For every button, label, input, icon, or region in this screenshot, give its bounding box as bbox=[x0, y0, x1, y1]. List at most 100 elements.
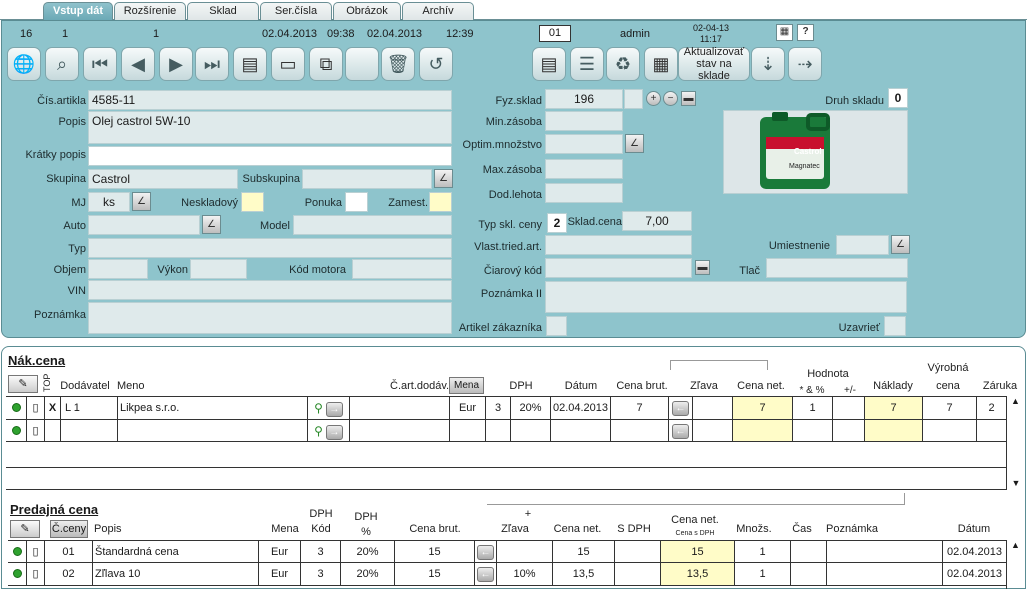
price-discount-cell[interactable]: 10% bbox=[496, 563, 552, 585]
new-prod-cell[interactable] bbox=[922, 420, 976, 441]
value-cell[interactable]: 1 bbox=[792, 397, 832, 419]
note-field[interactable] bbox=[88, 302, 452, 334]
purchase-scrollbar[interactable]: ▲ ▼ bbox=[1006, 396, 1024, 490]
price-vat-code-cell[interactable]: 3 bbox=[300, 563, 340, 585]
price-number-button[interactable]: Č.ceny bbox=[50, 520, 88, 538]
new-supplier-cell[interactable] bbox=[60, 420, 117, 441]
optimal-quantity-field[interactable] bbox=[545, 134, 623, 154]
price-number-cell[interactable]: 01 bbox=[44, 541, 92, 562]
vin-field[interactable] bbox=[88, 280, 452, 300]
sales-row-doc-icon[interactable]: ▯ bbox=[26, 563, 44, 585]
model-field[interactable] bbox=[293, 215, 452, 235]
web-search-icon[interactable]: 🌐 bbox=[7, 47, 41, 81]
add-stock-icon[interactable]: + bbox=[646, 91, 661, 106]
update-stock-button[interactable]: Aktualizovať stav na sklade bbox=[678, 46, 750, 82]
property-class-field[interactable] bbox=[545, 235, 692, 255]
price-arrow-icon[interactable]: ← bbox=[477, 544, 494, 560]
price-final-cell[interactable]: 13,5 bbox=[660, 563, 734, 585]
production-price-cell[interactable]: 7 bbox=[922, 397, 976, 419]
print-list-icon[interactable]: ▤ bbox=[532, 47, 566, 81]
search-icon[interactable]: ⌕ bbox=[45, 47, 79, 81]
location-field[interactable] bbox=[836, 235, 889, 255]
calculator-icon[interactable]: ▦ bbox=[776, 24, 793, 41]
price-quantity-cell[interactable]: 1 bbox=[734, 563, 790, 585]
price-currency-cell[interactable]: Eur bbox=[258, 563, 300, 585]
price-note-cell[interactable] bbox=[826, 563, 942, 585]
new-go-icon[interactable]: → bbox=[325, 424, 343, 440]
new-net-cell[interactable] bbox=[732, 420, 792, 441]
scroll-up-icon[interactable]: ▲ bbox=[1007, 396, 1024, 406]
new-search-icon[interactable]: ⚲ bbox=[314, 424, 323, 438]
volume-field[interactable] bbox=[88, 259, 148, 279]
sales-scroll-up-icon[interactable]: ▲ bbox=[1007, 540, 1024, 550]
location-picker-icon[interactable]: ∠ bbox=[891, 235, 910, 254]
purchase-row[interactable]: ▯ X L 1 Likpea s.r.o. ⚲ → Eur 3 20% 02.0… bbox=[6, 396, 1006, 420]
engine-code-field[interactable] bbox=[352, 259, 452, 279]
price-gross-cell[interactable]: 15 bbox=[394, 563, 474, 585]
price-time-cell[interactable] bbox=[790, 541, 826, 562]
recycle-icon[interactable]: ♻ bbox=[606, 47, 640, 81]
sales-row[interactable]: ▯ 01 Štandardná cena Eur 3 20% 15 ← 15 1… bbox=[8, 540, 1006, 563]
new-date-cell[interactable] bbox=[550, 420, 610, 441]
price-date-cell[interactable]: 02.04.2013 bbox=[942, 563, 1006, 585]
price-date-cell[interactable]: 02.04.2013 bbox=[942, 541, 1006, 562]
trash-icon[interactable]: 🗑 bbox=[381, 47, 415, 81]
power-field[interactable] bbox=[190, 259, 247, 279]
previous-record-icon[interactable]: ◀ bbox=[121, 47, 155, 81]
currency-cell[interactable]: Eur bbox=[449, 397, 485, 419]
new-arrow-icon[interactable]: ← bbox=[672, 423, 689, 439]
price-quantity-cell[interactable]: 1 bbox=[734, 541, 790, 562]
article-number-field[interactable]: 4585-11 bbox=[88, 90, 452, 110]
costs-cell[interactable]: 7 bbox=[864, 397, 922, 419]
document-icon[interactable]: ▭ bbox=[271, 47, 305, 81]
scroll-down-icon[interactable]: ▼ bbox=[1007, 478, 1025, 488]
car-picker-icon[interactable]: ∠ bbox=[202, 215, 221, 234]
sales-row-doc-icon[interactable]: ▯ bbox=[26, 541, 44, 562]
sales-edit-icon[interactable]: ✎ bbox=[10, 520, 40, 538]
arrow-left-icon[interactable]: ← bbox=[672, 400, 689, 416]
subgroup-picker-icon[interactable]: ∠ bbox=[434, 169, 453, 188]
export-icon[interactable]: ⇢ bbox=[788, 47, 822, 81]
non-stock-checkbox[interactable] bbox=[241, 192, 264, 212]
vat-code-cell[interactable]: 3 bbox=[485, 397, 510, 419]
optimal-picker-icon[interactable]: ∠ bbox=[625, 134, 644, 153]
warehouse-type-field[interactable]: 0 bbox=[888, 88, 908, 108]
currency-button[interactable]: Mena bbox=[449, 377, 484, 394]
price-number-cell[interactable]: 02 bbox=[44, 563, 92, 585]
sales-scrollbar[interactable]: ▲ bbox=[1006, 540, 1024, 589]
close-field[interactable] bbox=[884, 316, 906, 336]
max-stock-field[interactable] bbox=[545, 159, 623, 179]
price-note-cell[interactable] bbox=[826, 541, 942, 562]
report-icon[interactable]: ▦ bbox=[644, 47, 678, 81]
tab-obrazok[interactable]: Obrázok bbox=[333, 2, 401, 20]
next-record-icon[interactable]: ▶ bbox=[159, 47, 193, 81]
supplier-name[interactable]: Likpea s.r.o. bbox=[117, 397, 307, 419]
barcode-menu-icon[interactable]: ▬ bbox=[695, 260, 710, 275]
undo-icon[interactable]: ↺ bbox=[419, 47, 453, 81]
add-list-icon[interactable]: ☰ bbox=[570, 47, 604, 81]
stock-menu-icon[interactable]: ▬ bbox=[681, 91, 696, 106]
customer-article-field[interactable] bbox=[546, 316, 567, 336]
stock-price-type-field[interactable]: 2 bbox=[547, 213, 567, 233]
new-gross-cell[interactable] bbox=[610, 420, 668, 441]
price-net-cell[interactable]: 13,5 bbox=[552, 563, 614, 585]
unit-picker-icon[interactable]: ∠ bbox=[132, 192, 151, 211]
offer-checkbox[interactable] bbox=[345, 192, 368, 212]
new-discount-cell[interactable] bbox=[692, 420, 732, 441]
min-stock-field[interactable] bbox=[545, 111, 623, 131]
barcode-field[interactable] bbox=[545, 258, 692, 278]
new-record-icon[interactable]: ▤ bbox=[233, 47, 267, 81]
gross-price-cell[interactable]: 7 bbox=[610, 397, 668, 419]
tab-archiv[interactable]: Archív bbox=[402, 2, 474, 20]
top-flag[interactable]: X bbox=[44, 397, 60, 419]
discount-cell[interactable] bbox=[692, 397, 732, 419]
tab-sklad[interactable]: Sklad bbox=[187, 2, 259, 20]
description-field[interactable]: Olej castrol 5W-10 bbox=[88, 111, 452, 144]
date-cell[interactable]: 02.04.2013 bbox=[550, 397, 610, 419]
tab-vstup-dat[interactable]: Vstup dát bbox=[43, 2, 113, 21]
price-description-cell[interactable]: Zľlava 10 bbox=[92, 563, 258, 585]
price-vat-cell[interactable]: 20% bbox=[340, 541, 394, 562]
price-vat-code-cell[interactable]: 3 bbox=[300, 541, 340, 562]
group-field[interactable]: Castrol bbox=[88, 169, 238, 189]
price-net-cell[interactable]: 15 bbox=[552, 541, 614, 562]
